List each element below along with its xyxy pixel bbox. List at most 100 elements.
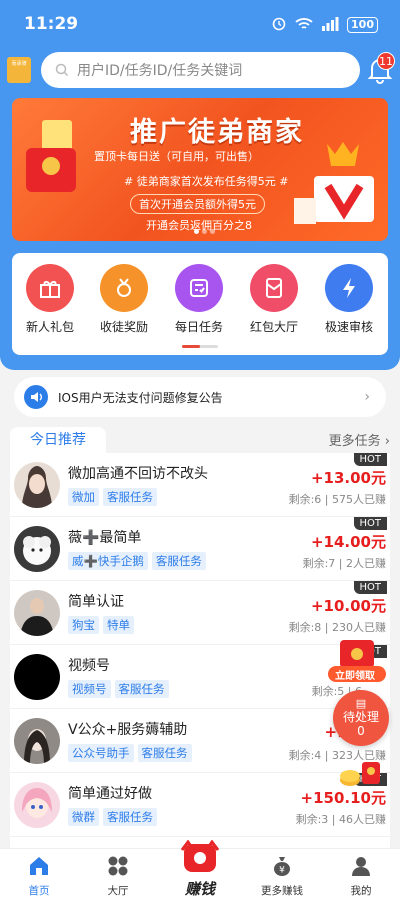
home-icon: [30, 857, 48, 875]
banner-pagination: [194, 229, 215, 234]
menu-item-label: 红包大厅: [249, 320, 298, 334]
task-tag: 客服任务: [103, 488, 157, 506]
task-row[interactable]: 简单认证 狗宝 特单 HOT +10.00元 剩余:8 | 230人已赚: [10, 581, 390, 645]
task-tag: 特单: [103, 616, 134, 634]
tab-label: 首页: [28, 885, 50, 897]
task-row[interactable]: 简单通过好做 微群客服任务 HOT +150.10元 剩余:3 | 46人已赚: [10, 773, 390, 837]
pending-button[interactable]: ▤ 待处理 0: [333, 690, 389, 746]
menu-item-label: 新人礼包: [25, 320, 74, 334]
tab-label: 我的: [350, 885, 372, 897]
avatar: [14, 654, 60, 700]
alarm-icon: [271, 15, 287, 35]
task-price: +10.00元: [310, 597, 386, 615]
search-placeholder: 用户ID/任务ID/任务关键词: [77, 63, 243, 79]
menu-item-newbie-gift[interactable]: 新人礼包: [20, 264, 80, 335]
user-icon: [352, 857, 370, 876]
menu-item-fast-review[interactable]: 极速审核: [319, 264, 379, 335]
task-title: 简单认证: [68, 594, 124, 610]
banner-line3: 首次开通会员额外得5元: [130, 194, 265, 214]
announcement-text: IOS用户无法支付问题修复公告: [58, 390, 223, 405]
coin-reward-icon[interactable]: [338, 758, 384, 788]
money-bag-icon: ¥: [274, 857, 290, 876]
task-title: 薇➕最简单: [68, 530, 142, 546]
menu-item-label: 收徒奖励: [99, 320, 148, 334]
claim-label: 立即领取: [335, 671, 375, 682]
lightning-icon: [325, 264, 373, 312]
task-price: +14.00元: [310, 533, 386, 551]
task-tag: 客服任务: [103, 808, 157, 826]
claim-red-packet-button[interactable]: 立即领取: [328, 640, 386, 684]
task-title: 简单通过好做: [68, 786, 152, 802]
tab-earn[interactable]: 赚钱: [170, 839, 230, 899]
search-icon: [55, 63, 69, 77]
menu-item-apprentice-reward[interactable]: 收徒奖励: [94, 264, 154, 335]
avatar: [14, 718, 60, 764]
medal-icon: [100, 264, 148, 312]
avatar: [14, 462, 60, 508]
banner-line2: # 徒弟商家首次发布任务得5元 #: [124, 175, 289, 188]
message-badge: 11: [377, 52, 395, 70]
tab-home[interactable]: 首页: [9, 855, 69, 898]
grid-icon: [108, 856, 128, 876]
red-envelope-icon: [26, 120, 76, 192]
status-time: 11:29: [24, 14, 79, 34]
gift-box-icon: [294, 142, 374, 224]
task-title: V公众+服务薅辅助: [68, 722, 188, 738]
task-title: 微加高通不回访不改头: [68, 466, 208, 482]
hot-badge: HOT: [353, 581, 387, 594]
task-tag: 微加: [68, 488, 99, 506]
app-logo-text: 而承骑: [11, 61, 27, 67]
signal-icon: [321, 16, 339, 35]
task-row[interactable]: 薇➕最简单 威➕快手企鹅 客服任务 HOT +14.00元 剩余:7 | 2人已赚: [10, 517, 390, 581]
red-envelope-icon: [250, 264, 298, 312]
task-remaining: 剩余:3 | 46人已赚: [295, 813, 386, 826]
clipboard-icon: ▤: [355, 697, 367, 710]
svg-text:¥: ¥: [279, 866, 285, 876]
task-tag: 客服任务: [151, 552, 206, 570]
task-tag: 视频号: [68, 680, 111, 698]
task-remaining: 剩余:6 | 575人已赚: [288, 493, 386, 506]
app-logo[interactable]: 而承骑: [7, 57, 31, 83]
tab-more-earn[interactable]: ¥ 更多赚钱: [252, 855, 312, 898]
avatar: [14, 782, 60, 828]
hot-badge: HOT: [353, 453, 387, 466]
task-title: 视频号: [68, 658, 110, 674]
message-button[interactable]: 11: [367, 52, 395, 86]
tab-label: 更多赚钱: [261, 885, 303, 897]
gift-icon: [26, 264, 74, 312]
menu-page-indicator: [182, 345, 218, 348]
task-remaining: 剩余:8 | 230人已赚: [288, 621, 386, 634]
pending-label: 待处理: [342, 710, 379, 724]
task-tag: 微群: [68, 808, 99, 826]
battery-icon: 100: [347, 17, 378, 33]
tab-mine[interactable]: 我的: [331, 855, 391, 898]
task-row[interactable]: 微加高通不回访不改头 微加 客服任务 HOT +13.00元 剩余:6 | 575…: [10, 453, 390, 517]
menu-item-label: 每日任务: [174, 320, 223, 334]
section-tabs: 今日推荐 更多任务 ›: [10, 427, 390, 453]
speaker-icon: [24, 385, 48, 409]
search-input[interactable]: 用户ID/任务ID/任务关键词: [41, 52, 360, 88]
tab-label: 赚钱: [184, 880, 215, 898]
tab-hall[interactable]: 大厅: [88, 855, 148, 898]
more-tasks-label: 更多任务: [328, 434, 381, 449]
more-tasks-link[interactable]: 更多任务 ›: [329, 430, 390, 449]
task-price: +13.00元: [310, 469, 386, 487]
menu-item-daily-task[interactable]: 每日任务: [169, 264, 229, 335]
task-tag: 客服任务: [114, 680, 169, 698]
task-tag: 威➕快手企鹅: [68, 552, 148, 570]
announcement-bar[interactable]: IOS用户无法支付问题修复公告 ›: [14, 377, 386, 417]
task-remaining: 剩余:7 | 2人已赚: [302, 557, 386, 570]
menu-item-red-packet-hall[interactable]: 红包大厅: [244, 264, 304, 335]
task-tag: 公众号助手: [68, 744, 134, 762]
menu-item-label: 极速审核: [324, 320, 373, 334]
banner-line1: 置顶卡每日送（可自用，可出售）: [94, 150, 259, 163]
wifi-icon: [295, 16, 313, 35]
quick-menu: 新人礼包 收徒奖励 每日任务 红包大厅 极速审核: [12, 253, 388, 355]
chevron-right-icon: ›: [364, 389, 370, 405]
tab-today-recommend[interactable]: 今日推荐: [10, 427, 106, 453]
task-tag: 客服任务: [137, 744, 192, 762]
pending-count: 0: [357, 724, 365, 738]
promo-banner[interactable]: 推广徒弟商家 置顶卡每日送（可自用，可出售） # 徒弟商家首次发布任务得5元 #…: [12, 98, 388, 241]
checklist-icon: [175, 264, 223, 312]
status-bar: 11:29 100: [0, 0, 400, 46]
